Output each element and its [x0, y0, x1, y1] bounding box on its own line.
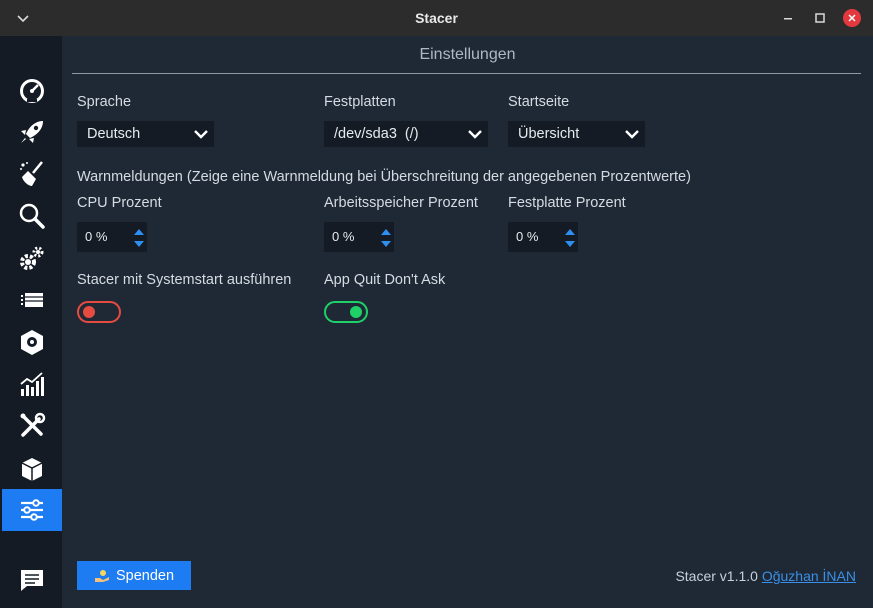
donate-hand-icon — [94, 569, 109, 582]
sidebar-item-helpers[interactable] — [2, 405, 62, 447]
sidebar-item-apt-sources[interactable] — [2, 447, 62, 489]
close-button[interactable] — [843, 9, 861, 27]
gears-icon — [20, 246, 44, 270]
app-window: Stacer Einstellungen Sprache Deutsch Fes… — [0, 0, 873, 608]
sidebar-item-processes[interactable] — [2, 279, 62, 321]
cpu-percent-label: CPU Prozent — [77, 195, 162, 211]
cpu-percent-value: 0 % — [85, 229, 108, 244]
sidebar-item-resources[interactable] — [2, 363, 62, 405]
sidebar-item-services[interactable] — [2, 237, 62, 279]
tools-icon — [20, 412, 46, 437]
arrow-up-icon[interactable] — [380, 227, 392, 237]
chart-icon — [20, 372, 44, 396]
box-icon — [21, 458, 43, 481]
title-divider — [72, 73, 861, 74]
window-title: Stacer — [415, 10, 458, 26]
arrow-down-icon[interactable] — [133, 239, 145, 249]
toggle-knob — [83, 306, 95, 318]
disk-percent-spinbox[interactable]: 0 % — [508, 222, 578, 252]
memory-percent-value: 0 % — [332, 229, 355, 244]
rocket-icon — [21, 121, 43, 143]
donate-label: Spenden — [115, 567, 175, 584]
memory-percent-label: Arbeitsspeicher Prozent — [324, 195, 478, 211]
arrow-down-icon[interactable] — [564, 239, 576, 249]
magnifier-icon — [19, 203, 45, 229]
speedometer-icon — [20, 79, 44, 103]
sidebar-item-search[interactable] — [2, 195, 62, 237]
app-quit-label: App Quit Don't Ask — [324, 272, 446, 288]
autostart-label: Stacer mit Systemstart ausführen — [77, 272, 292, 288]
disk-percent-label: Festplatte Prozent — [508, 195, 626, 211]
memory-percent-spinbox[interactable]: 0 % — [324, 222, 394, 252]
disk-percent-value: 0 % — [516, 229, 539, 244]
chevron-down-icon — [625, 130, 639, 139]
donate-button[interactable]: Spenden — [77, 561, 191, 590]
minimize-button[interactable] — [779, 9, 797, 27]
version-text: Stacer v1.1.0 — [675, 568, 758, 584]
title-bar: Stacer — [0, 0, 873, 36]
page-title: Einstellungen — [419, 46, 516, 63]
toggle-knob — [350, 306, 362, 318]
maximize-icon — [815, 13, 825, 23]
sidebar-item-startup[interactable] — [2, 111, 62, 153]
minimize-icon — [784, 18, 792, 20]
alerts-heading: Warnmeldungen (Zeige eine Warnmeldung be… — [77, 169, 691, 185]
language-select-value: Deutsch — [87, 126, 141, 142]
autostart-toggle[interactable] — [77, 301, 121, 323]
disks-select-value: /dev/sda3 (/) — [334, 126, 419, 142]
startpage-select-value: Übersicht — [518, 126, 580, 142]
sidebar-item-dashboard[interactable] — [2, 69, 62, 111]
sidebar-item-feedback[interactable] — [2, 559, 62, 601]
language-select[interactable]: Deutsch — [77, 121, 214, 147]
app-quit-toggle[interactable] — [324, 301, 368, 323]
settings-panel: Einstellungen Sprache Deutsch Festplatte… — [62, 36, 873, 608]
broom-icon — [20, 161, 43, 186]
arrow-down-icon[interactable] — [380, 239, 392, 249]
startpage-select[interactable]: Übersicht — [508, 121, 645, 147]
maximize-button[interactable] — [811, 9, 829, 27]
sidebar — [0, 36, 62, 608]
stack-icon — [21, 293, 43, 307]
arrow-up-icon[interactable] — [133, 227, 145, 237]
arrow-up-icon[interactable] — [564, 227, 576, 237]
feedback-icon — [21, 570, 43, 591]
sidebar-item-uninstaller[interactable] — [2, 321, 62, 363]
sliders-icon — [21, 499, 43, 521]
sidebar-item-settings[interactable] — [2, 489, 62, 531]
startpage-label: Startseite — [508, 94, 570, 110]
package-box-icon — [21, 330, 43, 355]
footer-credit: Stacer v1.1.0 Oğuzhan İNAN — [675, 568, 856, 584]
author-link[interactable]: Oğuzhan İNAN — [762, 568, 856, 584]
disks-select[interactable]: /dev/sda3 (/) — [324, 121, 488, 147]
chevron-down-icon — [194, 130, 208, 139]
sidebar-item-cleaner[interactable] — [2, 153, 62, 195]
cpu-percent-spinbox[interactable]: 0 % — [77, 222, 147, 252]
language-label: Sprache — [77, 94, 132, 110]
close-icon — [848, 14, 856, 22]
disks-label: Festplatten — [324, 94, 396, 110]
chevron-down-icon — [468, 130, 482, 139]
